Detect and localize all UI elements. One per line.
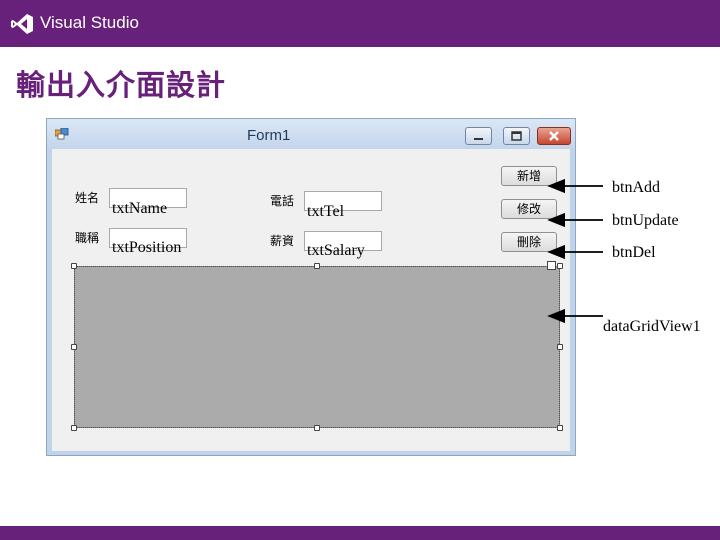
callout-update: btnUpdate	[612, 212, 679, 229]
callout-arrows	[547, 178, 603, 324]
footer-bar	[0, 526, 720, 540]
callout-grid: dataGridView1	[603, 318, 701, 335]
callout-add: btnAdd	[612, 179, 660, 196]
callout-delete: btnDel	[612, 244, 656, 261]
